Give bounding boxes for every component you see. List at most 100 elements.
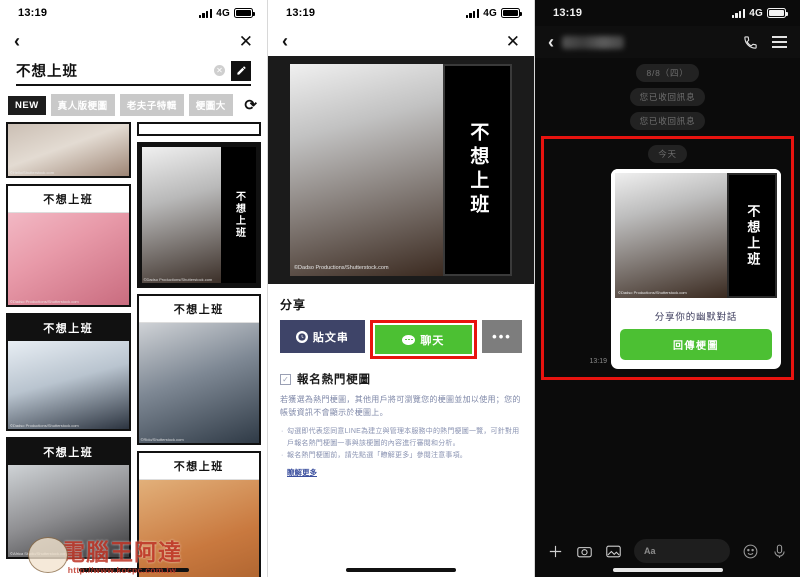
category-tabs: NEW 真人版梗圖 老夫子特輯 梗圖大 ⟳ bbox=[0, 86, 267, 122]
meme-caption: 不想上班 bbox=[138, 453, 259, 480]
meme-card[interactable]: ©Hello/Shutterstock.com bbox=[6, 122, 131, 178]
home-indicator bbox=[78, 568, 189, 572]
reply-meme-button[interactable]: 回傳梗圖 bbox=[620, 329, 772, 360]
search-input[interactable]: 不想上班 ✕ bbox=[16, 60, 251, 86]
plus-icon[interactable] bbox=[547, 543, 564, 560]
gallery-icon[interactable] bbox=[605, 543, 622, 560]
tab-new[interactable]: NEW bbox=[8, 95, 46, 115]
share-chat-button[interactable]: 聊天 bbox=[374, 325, 472, 354]
meme-caption: 不想上班 bbox=[233, 191, 245, 239]
share-buttons-row: 貼文串 聊天 ••• bbox=[280, 320, 522, 359]
meme-card[interactable]: 不想上班 ©Africa Studio/Shutterstock.com bbox=[6, 437, 131, 559]
message-timestamp: 13:19 bbox=[589, 358, 607, 365]
meme-caption: 不想上班 bbox=[8, 439, 129, 465]
signal-icon bbox=[731, 8, 746, 18]
network-label: 4G bbox=[216, 7, 230, 19]
tab-real-person[interactable]: 真人版梗圖 bbox=[50, 94, 115, 116]
status-bar-panel1: 13:19 4G bbox=[0, 0, 267, 26]
meme-photo bbox=[8, 213, 129, 305]
back-icon[interactable]: ‹ bbox=[14, 32, 20, 50]
bullet-item: 勾選即代表您同意LINE為建立與管理本服務中的熱門梗圖一覽，可針對用戶報名熱門梗… bbox=[280, 426, 522, 450]
meme-card-photo: ©Dadso Productions/Shutterstock.com bbox=[615, 173, 727, 298]
highlighted-message-region: 今天 13:19 ©Dadso Productions/Shutterstock… bbox=[541, 136, 794, 380]
share-timeline-button[interactable]: 貼文串 bbox=[280, 320, 365, 353]
learn-more-link[interactable]: 瞭解更多 bbox=[287, 467, 317, 478]
clear-icon[interactable]: ✕ bbox=[214, 65, 225, 76]
bullet-item: 報名熱門梗圖前，請先點選「瞭解更多」參閱注意事項。 bbox=[280, 450, 522, 462]
microphone-icon[interactable] bbox=[771, 543, 788, 560]
system-message: 您已收回訊息 bbox=[629, 88, 706, 106]
meme-photo bbox=[138, 323, 259, 443]
meme-grid-column-left: ©Hello/Shutterstock.com 不想上班 ©Dadso Prod… bbox=[6, 122, 131, 577]
status-indicators: 4G bbox=[465, 7, 523, 19]
hamburger-menu-icon[interactable] bbox=[772, 36, 787, 48]
tab-meme-collection[interactable]: 梗圖大 bbox=[188, 94, 233, 116]
meme-card[interactable]: 不想上班 ©Studio/Shutterstock.com bbox=[136, 451, 261, 577]
meme-preview-caption: 不想上班 bbox=[467, 122, 489, 218]
edit-pencil-button[interactable] bbox=[231, 60, 251, 81]
camera-icon[interactable] bbox=[576, 543, 593, 560]
meme-preview-area: ©Dadso Productions/Shutterstock.com 不想上班 bbox=[268, 56, 534, 284]
close-icon[interactable]: ✕ bbox=[506, 33, 520, 50]
meme-caption: 不想上班 bbox=[138, 296, 259, 323]
close-icon[interactable]: ✕ bbox=[239, 33, 253, 50]
meme-image: ©Dadso Productions/Shutterstock.com 不想上班 bbox=[138, 144, 259, 286]
refresh-icon[interactable]: ⟳ bbox=[244, 96, 257, 114]
battery-icon bbox=[501, 8, 523, 18]
navbar-panel1: ‹ ✕ bbox=[0, 26, 267, 56]
meme-grid: ©Hello/Shutterstock.com 不想上班 ©Dadso Prod… bbox=[0, 122, 267, 577]
signal-icon bbox=[198, 8, 213, 18]
hot-meme-checkbox[interactable]: ✓ bbox=[280, 373, 291, 385]
meme-grid-column-right: ©Dadso Productions/Shutterstock.com 不想上班… bbox=[136, 122, 261, 577]
home-indicator bbox=[346, 568, 456, 572]
meme-attribution: ©Dadso Productions/Shutterstock.com bbox=[10, 299, 79, 304]
meme-attribution: ©Dadso Productions/Shutterstock.com bbox=[618, 290, 687, 296]
meme-image: ©Hello/Shutterstock.com bbox=[8, 124, 129, 176]
meme-image: ©Dadso Productions/Shutterstock.com bbox=[8, 213, 129, 305]
status-time: 13:19 bbox=[18, 7, 48, 19]
status-indicators: 4G bbox=[731, 8, 789, 19]
back-icon[interactable]: ‹ bbox=[282, 32, 288, 50]
meme-card[interactable]: 不想上班 ©Rido/Shutterstock.com bbox=[136, 294, 261, 445]
share-section: 分享 貼文串 聊天 ••• ✓ 報名熱門梗圖 若獲選為熱門梗圖，其他用戶將可瀏覽… bbox=[268, 284, 534, 486]
hot-meme-option-row[interactable]: ✓ 報名熱門梗圖 bbox=[280, 371, 522, 387]
message-input[interactable]: Aa bbox=[634, 539, 730, 563]
meme-attribution: ©Africa Studio/Shutterstock.com bbox=[10, 551, 68, 556]
network-label: 4G bbox=[483, 7, 497, 19]
meme-attribution: ©Dadso Productions/Shutterstock.com bbox=[10, 423, 79, 428]
panel-meme-search: 13:19 4G ‹ ✕ 不想上班 ✕ NEW 真人版梗圖 老夫子特輯 梗圖大 … bbox=[0, 0, 267, 577]
share-more-button[interactable]: ••• bbox=[482, 320, 522, 353]
meme-attribution: ©Hello/Shutterstock.com bbox=[10, 170, 55, 175]
tab-old-master-q[interactable]: 老夫子特輯 bbox=[119, 94, 184, 116]
emoji-icon[interactable] bbox=[742, 543, 759, 560]
chat-bubble-icon bbox=[402, 334, 416, 345]
chat-message-list: 8/8（四） 您已收回訊息 您已收回訊息 今天 13:19 ©Dadso Pro… bbox=[535, 58, 800, 380]
back-icon[interactable]: ‹ bbox=[548, 33, 554, 51]
meme-card[interactable] bbox=[136, 122, 261, 136]
share-chat-label: 聊天 bbox=[420, 334, 445, 347]
search-row: 不想上班 ✕ bbox=[0, 56, 267, 86]
meme-photo bbox=[138, 480, 259, 577]
meme-message-card[interactable]: ©Dadso Productions/Shutterstock.com 不想上班… bbox=[611, 169, 781, 369]
meme-attribution: ©Rido/Shutterstock.com bbox=[140, 437, 184, 442]
screenshot-stage: 13:19 4G ‹ ✕ 不想上班 ✕ NEW 真人版梗圖 老夫子特輯 梗圖大 … bbox=[0, 0, 800, 577]
navbar-panel2: ‹ ✕ bbox=[268, 26, 534, 56]
hot-meme-label: 報名熱門梗圖 bbox=[297, 374, 371, 386]
meme-image: ©Dadso Productions/Shutterstock.com bbox=[8, 341, 129, 429]
date-divider: 8/8（四） bbox=[636, 64, 699, 82]
share-timeline-label: 貼文串 bbox=[312, 331, 349, 344]
navbar-actions bbox=[743, 35, 787, 50]
meme-card[interactable]: ©Dadso Productions/Shutterstock.com 不想上班 bbox=[136, 142, 261, 288]
status-bar-panel3: 13:19 4G bbox=[535, 0, 800, 26]
search-value: 不想上班 bbox=[16, 64, 78, 80]
meme-card[interactable]: 不想上班 ©Dadso Productions/Shutterstock.com bbox=[6, 313, 131, 431]
meme-card-image: ©Dadso Productions/Shutterstock.com 不想上班 bbox=[611, 169, 781, 302]
hot-meme-description: 若獲選為熱門梗圖，其他用戶將可瀏覽您的梗圖並加以使用；您的帳號資訊不會顯示於梗圖… bbox=[280, 395, 521, 418]
meme-card[interactable]: 不想上班 ©Dadso Productions/Shutterstock.com bbox=[6, 184, 131, 307]
card-caption: 分享你的幽默對話 bbox=[654, 312, 738, 323]
share-chat-highlight: 聊天 bbox=[369, 320, 477, 359]
phone-icon[interactable] bbox=[743, 35, 758, 50]
meme-text-panel: 不想上班 bbox=[220, 147, 256, 283]
system-message: 您已收回訊息 bbox=[629, 112, 706, 130]
meme-image: ©Africa Studio/Shutterstock.com bbox=[8, 465, 129, 557]
